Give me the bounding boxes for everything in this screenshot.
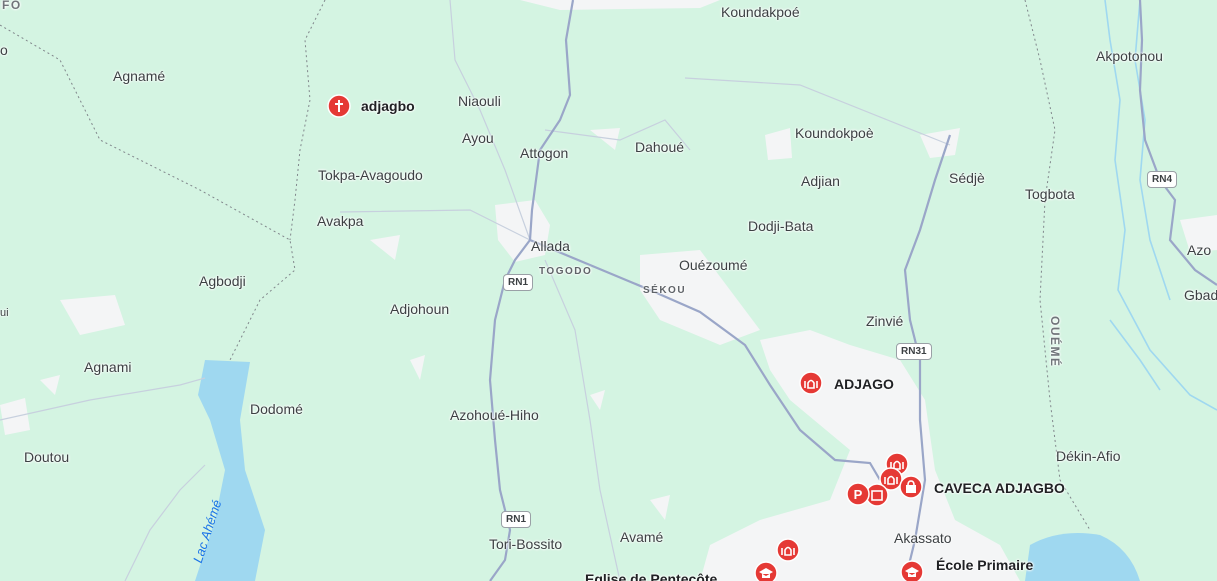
place-label-akpotonou: Akpotonou <box>1096 48 1163 64</box>
minor-roads <box>0 0 951 581</box>
place-label-azohoue-hiho: Azohoué-Hiho <box>450 407 539 423</box>
parking-pin-icon[interactable]: P <box>845 482 871 508</box>
place-label-dekin-afio: Dékin-Afio <box>1056 448 1121 464</box>
place-label-koundokpoe: Koundokpoè <box>795 125 874 141</box>
shopping-bag-pin-icon[interactable] <box>898 475 924 501</box>
poi-label-adjagbo[interactable]: adjagbo <box>361 98 415 114</box>
parking-icon: P <box>846 482 870 506</box>
place-label-dahoue: Dahoué <box>635 139 685 155</box>
place-label-edge-left-top: o <box>0 42 8 58</box>
road-shield-rn4: RN4 <box>1147 171 1178 188</box>
church-pin-icon[interactable] <box>326 94 352 120</box>
place-label-allada: Allada <box>531 238 570 254</box>
place-label-gbad: Gbad <box>1184 287 1217 303</box>
place-label-eglise: Eglise de Pentecôte <box>585 571 718 581</box>
place-label-niaouli: Niaouli <box>458 93 501 109</box>
place-label-sedje: Sédjè <box>949 170 985 186</box>
place-label-tori-bossito: Tori-Bossito <box>489 536 563 552</box>
church-icon <box>327 94 351 118</box>
region-label-oueme: OUÉMÉ <box>1048 316 1062 368</box>
school-icon <box>754 561 778 581</box>
place-label-agnami: Agnami <box>84 359 132 375</box>
place-label-azo: Azo <box>1187 242 1212 258</box>
place-label-adjian: Adjian <box>801 173 840 189</box>
school-pin-icon[interactable] <box>753 561 779 581</box>
road-shield-rn31: RN31 <box>896 343 932 360</box>
place-label-zinvie: Zinvié <box>866 313 904 329</box>
place-label-attogon: Attogon <box>520 145 569 161</box>
svg-text:P: P <box>854 487 863 502</box>
poi-label-caveca[interactable]: CAVECA ADJAGBO <box>934 480 1065 496</box>
region-label-edge-top: FO <box>2 0 22 12</box>
shopping-bag-icon <box>899 475 923 499</box>
district-label-togodo: TOGODO <box>539 266 593 277</box>
place-label-agname: Agnamé <box>113 68 166 84</box>
place-label-ayou: Ayou <box>462 130 494 146</box>
place-label-doutou: Doutou <box>24 449 70 465</box>
district-label-sekou: SÉKOU <box>643 285 687 296</box>
road-shield-rn1: RN1 <box>503 274 534 291</box>
place-label-togbota: Togbota <box>1025 186 1075 202</box>
map-canvas[interactable]: Koundakpoé Akpotonou Agnamé Niaouli Ayou… <box>0 0 1217 581</box>
place-label-dodome: Dodomé <box>250 401 303 417</box>
school-icon <box>900 560 924 581</box>
poi-label-ecole[interactable]: École Primaire <box>936 557 1033 573</box>
place-label-dodji-bata: Dodji-Bata <box>748 218 814 234</box>
place-label-akassato: Akassato <box>894 530 952 546</box>
mosque-icon <box>799 371 823 395</box>
place-label-agbodji: Agbodji <box>199 273 246 289</box>
place-label-koundakpoe: Koundakpoé <box>721 4 800 20</box>
school-pin-icon-2[interactable] <box>899 560 925 581</box>
place-label-adjohoun: Adjohoun <box>390 301 450 317</box>
place-label-edge-left-mid: ui <box>0 307 9 319</box>
poi-label-adjago[interactable]: ADJAGO <box>834 376 894 392</box>
place-label-tokpa-avagoudo: Tokpa-Avagoudo <box>318 167 423 183</box>
place-label-avakpa: Avakpa <box>317 213 364 229</box>
place-label-ouezoume: Ouézoumé <box>679 257 748 273</box>
place-label-avame: Avamé <box>620 529 664 545</box>
mosque-pin-icon[interactable] <box>798 371 824 397</box>
road-shield-rn1-south: RN1 <box>501 511 532 528</box>
